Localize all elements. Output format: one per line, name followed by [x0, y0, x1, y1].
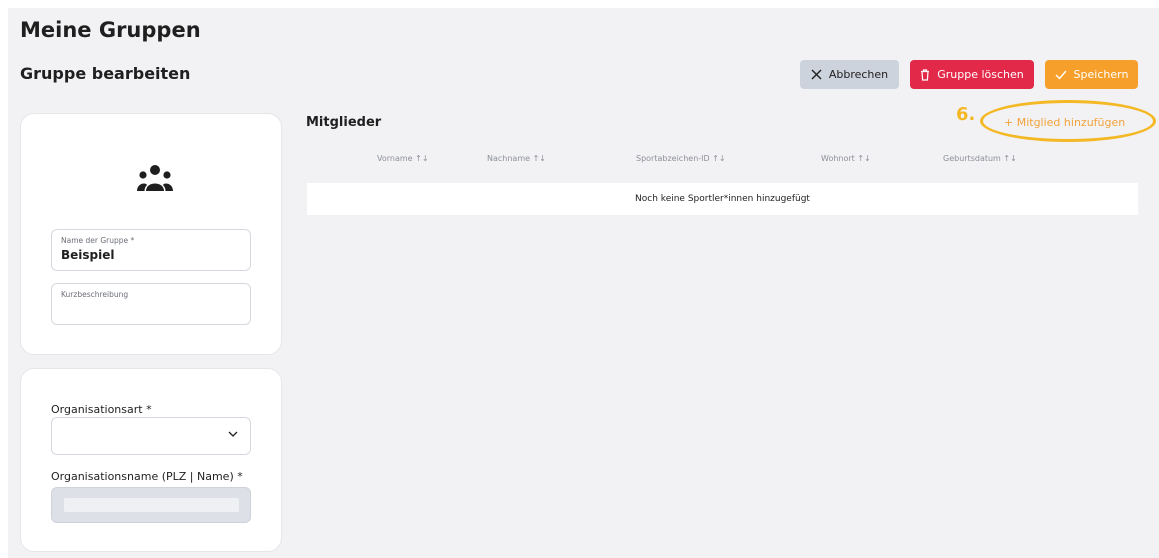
organisation-name-placeholder [64, 498, 239, 512]
chevron-down-icon [228, 431, 238, 437]
column-header-birthdate[interactable]: Geburtsdatum ↑↓ [943, 154, 1017, 163]
column-header-residence[interactable]: Wohnort ↑↓ [821, 154, 871, 163]
group-details-card: Name der Gruppe * Beispiel Kurzbeschreib… [20, 113, 282, 355]
column-header-lastname[interactable]: Nachname ↑↓ [487, 154, 546, 163]
annotation-highlight [980, 100, 1156, 142]
column-header-firstname[interactable]: Vorname ↑↓ [377, 154, 429, 163]
empty-table-message: Noch keine Sportler*innen hinzugefügt [307, 183, 1138, 215]
organisation-name-label: Organisationsname (PLZ | Name) * [51, 470, 243, 483]
organisation-card: Organisationsart * Organisationsname (PL… [20, 368, 282, 552]
trash-icon [921, 68, 930, 81]
save-button-label: Speichern [1073, 68, 1129, 81]
organisation-type-label: Organisationsart * [51, 403, 152, 416]
group-icon [137, 165, 173, 191]
delete-group-button[interactable]: Gruppe löschen [910, 60, 1034, 89]
column-header-badge-id[interactable]: Sportabzeichen-ID ↑↓ [636, 154, 726, 163]
group-name-label: Name der Gruppe * [61, 236, 135, 245]
close-icon [811, 69, 822, 80]
annotation-number: 6. [956, 104, 976, 125]
organisation-name-input [51, 487, 251, 523]
save-button[interactable]: Speichern [1045, 60, 1138, 89]
delete-group-button-label: Gruppe löschen [937, 68, 1024, 81]
cancel-button[interactable]: Abbrechen [800, 60, 899, 89]
description-label: Kurzbeschreibung [61, 290, 129, 299]
check-icon [1055, 70, 1067, 80]
group-name-field[interactable]: Name der Gruppe * Beispiel [51, 229, 251, 271]
group-name-value: Beispiel [61, 248, 115, 262]
organisation-type-select[interactable] [51, 417, 251, 455]
page-title: Meine Gruppen [20, 18, 201, 42]
description-field[interactable]: Kurzbeschreibung [51, 283, 251, 325]
section-title: Gruppe bearbeiten [20, 64, 191, 83]
members-title: Mitglieder [306, 115, 382, 130]
cancel-button-label: Abbrechen [828, 68, 889, 81]
